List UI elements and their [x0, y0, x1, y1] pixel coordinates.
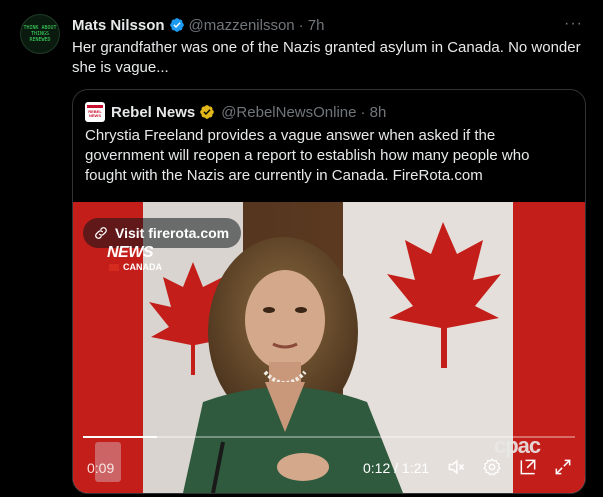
quote-time[interactable]: · 8h — [361, 104, 387, 121]
video-time: 0:12 / 1:21 — [363, 460, 430, 476]
tweet-time[interactable]: · 7h — [299, 17, 325, 34]
news-watermark: NEWS — [107, 244, 154, 261]
avatar-text: THINK ABOUT THINGS RENEWED — [23, 25, 57, 43]
author-name[interactable]: Mats Nilsson — [72, 17, 165, 34]
author-handle[interactable]: @mazzenilsson — [189, 17, 295, 34]
settings-icon[interactable] — [480, 455, 504, 479]
quote-header: REBEL NEWS Rebel News @RebelNewsOnline ·… — [85, 102, 386, 122]
canada-label: CANADA — [109, 262, 162, 272]
video-player[interactable]: Visit firerota.com NEWS CANADA cpac 0:09… — [73, 202, 585, 493]
video-time-left: 0:09 — [87, 460, 115, 476]
tweet-header: Mats Nilsson @mazzenilsson · 7h ··· — [72, 15, 583, 35]
logo-text: REBEL NEWS — [88, 109, 102, 118]
rebel-news-logo[interactable]: REBEL NEWS — [85, 102, 105, 122]
quote-author-name[interactable]: Rebel News — [111, 104, 195, 121]
tweet-text: Her grandfather was one of the Nazis gra… — [72, 39, 581, 76]
verified-badge-icon — [169, 18, 184, 32]
quoted-tweet[interactable]: REBEL NEWS Rebel News @RebelNewsOnline ·… — [72, 89, 586, 494]
video-progress-bar[interactable] — [83, 436, 575, 438]
avatar[interactable]: THINK ABOUT THINGS RENEWED — [20, 14, 60, 54]
more-options-icon[interactable]: ··· — [564, 15, 583, 33]
verified-gold-badge-icon — [200, 105, 215, 119]
quote-author-handle[interactable]: @RebelNewsOnline — [221, 104, 356, 121]
visit-link-label: Visit firerota.com — [115, 225, 230, 241]
quote-text: Chrystia Freeland provides a vague answe… — [85, 127, 530, 184]
popout-icon[interactable] — [516, 455, 540, 479]
canada-label-text: CANADA — [123, 262, 162, 272]
mute-icon[interactable] — [444, 455, 468, 479]
fullscreen-icon[interactable] — [551, 455, 575, 479]
video-progress-fill — [83, 436, 157, 438]
link-icon — [95, 227, 107, 239]
canada-flag-icon — [109, 263, 119, 271]
